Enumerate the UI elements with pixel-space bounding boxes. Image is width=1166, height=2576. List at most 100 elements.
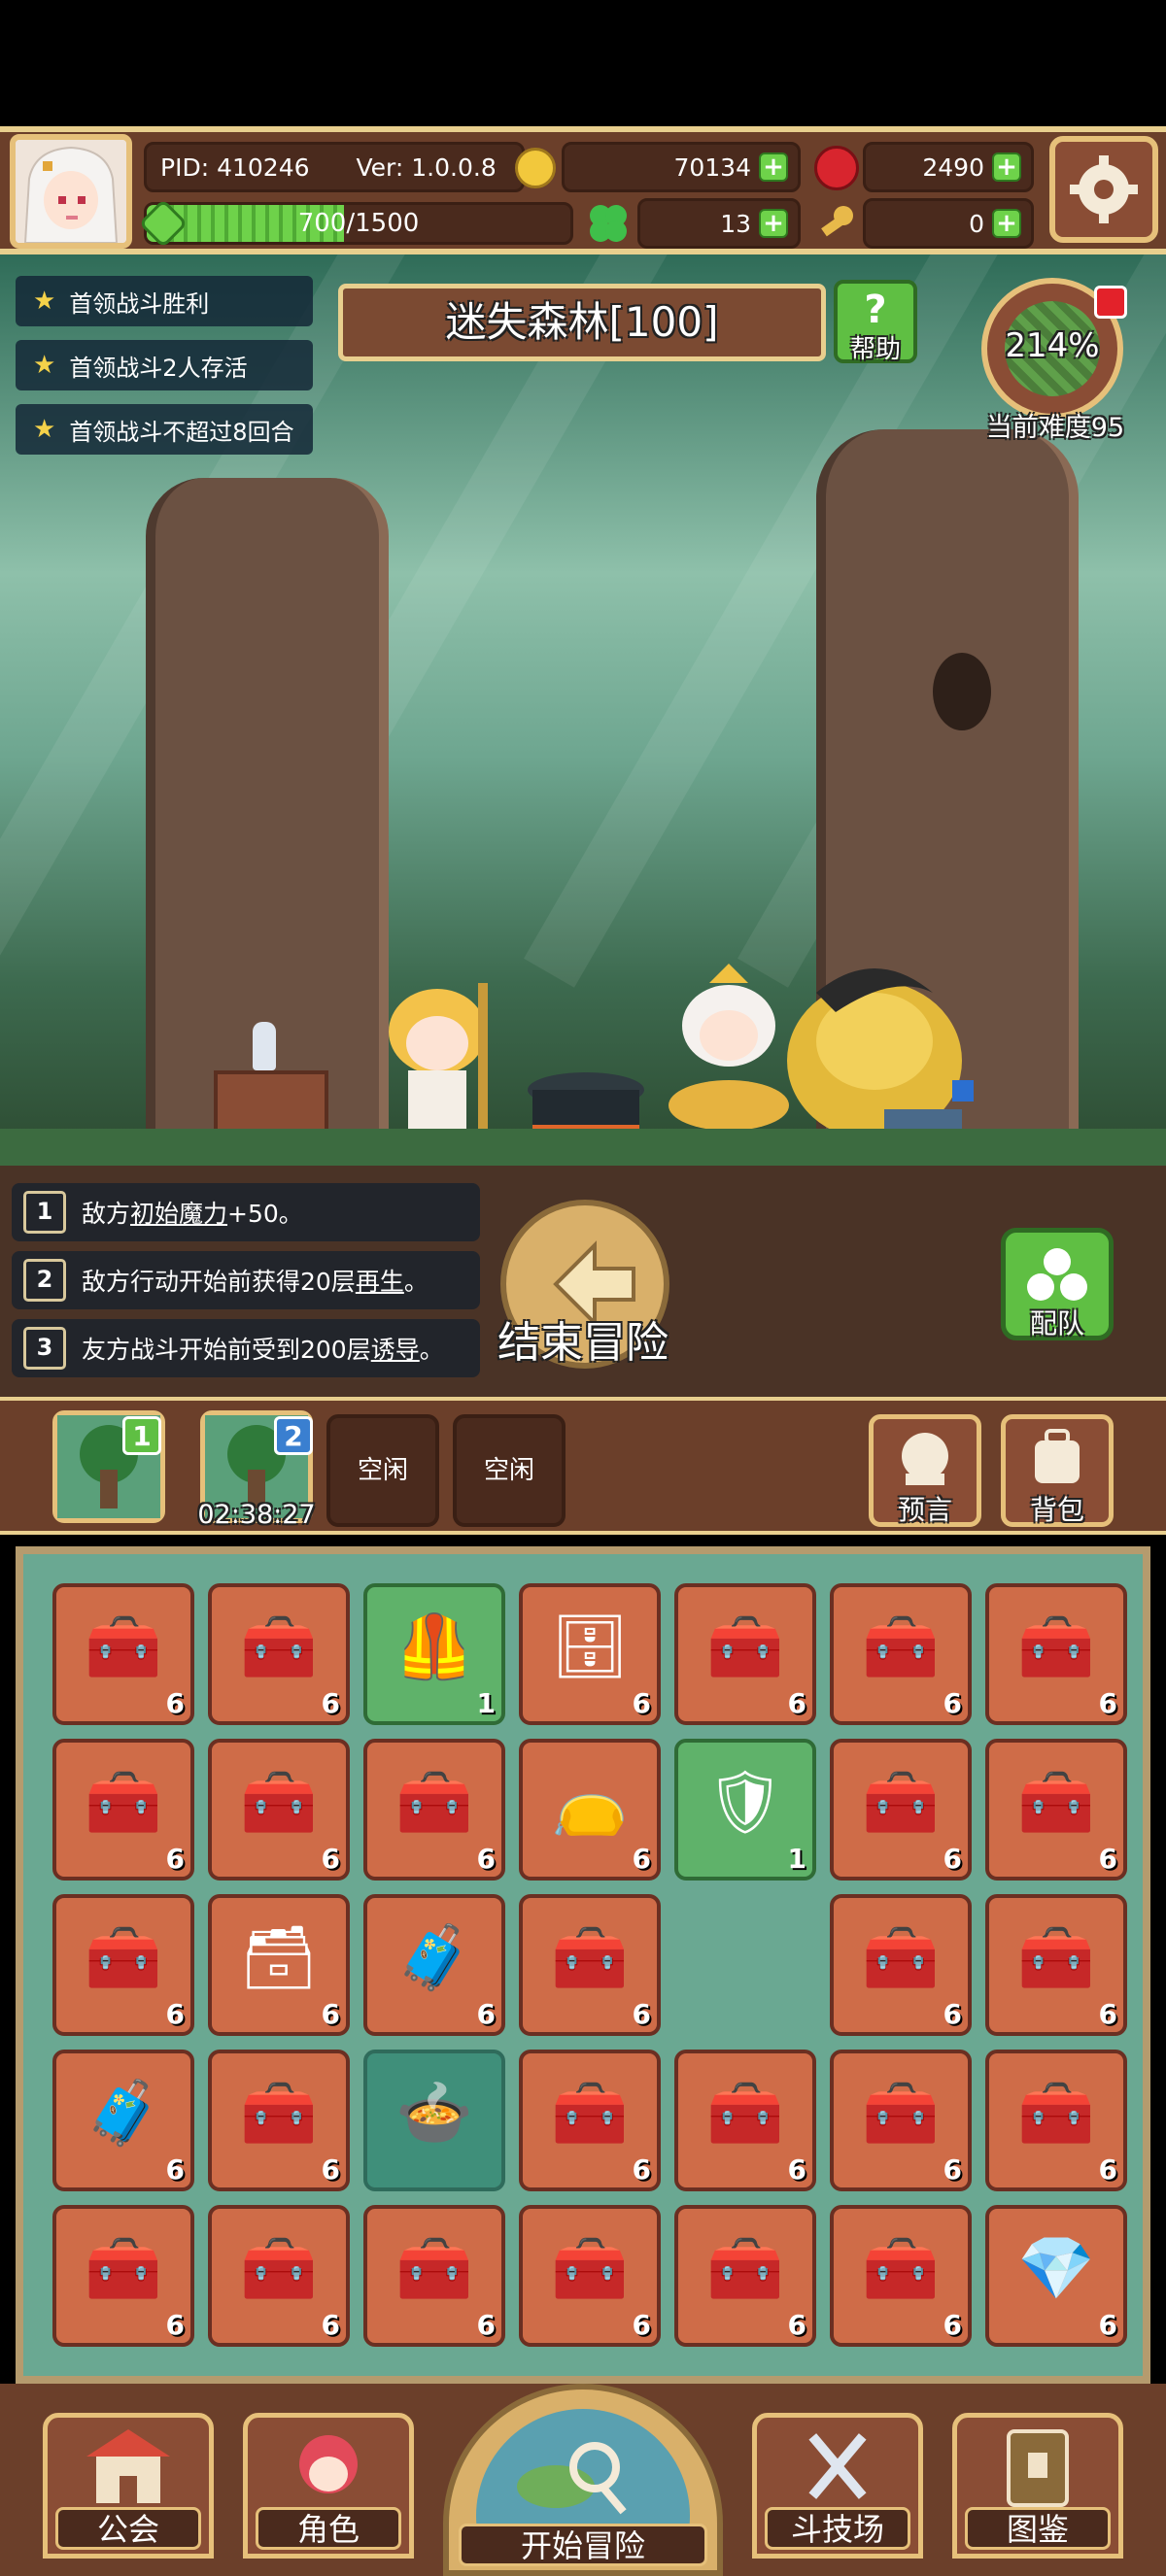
chest-icon: 🧰	[240, 2233, 318, 2305]
inventory-slot[interactable]: 🧰 6	[830, 1739, 972, 1881]
item-count: 6	[943, 1998, 962, 2030]
item-count: 6	[1098, 1687, 1117, 1719]
team-icon	[1027, 1248, 1087, 1301]
add-gold-button[interactable]: +	[759, 153, 788, 182]
crossed-swords-icon	[808, 2433, 867, 2499]
inventory-slot[interactable]: 🍲	[363, 2050, 505, 2191]
inventory-slot[interactable]: 🧰 6	[985, 2050, 1127, 2191]
add-keys-button[interactable]: +	[992, 209, 1021, 238]
inventory-slot[interactable]: 🧰 6	[985, 1583, 1127, 1725]
modifier-keyword[interactable]: 诱导	[371, 1331, 420, 1366]
inventory-slot[interactable]: 🧰 6	[519, 2050, 661, 2191]
hero-blonde-warrior[interactable]	[369, 973, 505, 1148]
hero-white-hair-mage[interactable]	[661, 964, 797, 1138]
key-amount: 0	[969, 209, 984, 238]
inventory-slot[interactable]: 🧰 6	[363, 2205, 505, 2347]
inventory-empty-slot[interactable]	[674, 1894, 816, 2036]
bag-button[interactable]: 背包	[1001, 1414, 1114, 1527]
nav-character[interactable]: 角色	[243, 2413, 414, 2559]
inventory-slot[interactable]: 🧰 6	[363, 1739, 505, 1881]
gold-counter: 70134 +	[562, 142, 801, 192]
item-count: 6	[321, 2153, 340, 2186]
inventory-slot[interactable]: 🗃 6	[208, 1894, 350, 2036]
iron-chest-icon: 🗄	[550, 1611, 630, 1683]
slot-badge: 2	[274, 1416, 313, 1455]
chest-icon: 🧰	[1017, 1767, 1095, 1839]
item-count: 1	[476, 1687, 496, 1719]
inventory-slot[interactable]: 🧰 6	[208, 1739, 350, 1881]
slot-badge: 1	[122, 1416, 161, 1455]
inventory-slot[interactable]: 🧰 6	[52, 2205, 194, 2347]
modifier-keyword[interactable]: 再生	[356, 1263, 404, 1298]
clover-amount: 13	[720, 209, 751, 238]
item-count: 6	[632, 1998, 651, 2030]
player-avatar[interactable]	[10, 134, 132, 249]
inventory-slot[interactable]: 🧰 6	[208, 2205, 350, 2347]
inventory-slot[interactable]: 🧰 6	[830, 1583, 972, 1725]
avatar-portrait-icon	[16, 140, 126, 243]
crystal-ball-icon	[902, 1433, 948, 1485]
inventory-slot[interactable]: 🧰 6	[830, 2050, 972, 2191]
chest-icon: 🧰	[862, 1767, 940, 1839]
item-count: 6	[165, 2153, 185, 2186]
inventory-slot[interactable]: 🧰 6	[674, 1583, 816, 1725]
inventory-slot[interactable]: 💎 6	[985, 2205, 1127, 2347]
goal-text: 首领战斗2人存活	[69, 354, 248, 382]
hero-golden-beast[interactable]	[777, 954, 981, 1148]
chest-icon: 🧰	[85, 1922, 162, 1994]
inventory-slot[interactable]: 🧰 6	[208, 2050, 350, 2191]
inventory-slot[interactable]: 🧰 6	[985, 1739, 1127, 1881]
chest-icon: 🧰	[862, 2233, 940, 2305]
idle-slot[interactable]: 空闲	[326, 1414, 439, 1527]
inventory-slot[interactable]: 🧰 6	[52, 1894, 194, 2036]
key-icon	[816, 202, 859, 245]
inventory-slot[interactable]: 🧳 6	[363, 1894, 505, 2036]
nav-character-label: 角色	[256, 2507, 401, 2550]
inventory-slot[interactable]: 🧰 6	[674, 2205, 816, 2347]
inventory-slot[interactable]: 🧰 6	[519, 2205, 661, 2347]
green-chest-icon: 🧰	[395, 1767, 473, 1839]
inventory-slot[interactable]: 🧰 6	[208, 1583, 350, 1725]
idle-slot[interactable]: 空闲	[453, 1414, 566, 1527]
inventory-slot[interactable]: 🧳 6	[52, 2050, 194, 2191]
inventory-slot[interactable]: 🧰 6	[830, 2205, 972, 2347]
modifier-keyword[interactable]: 初始魔力	[130, 1195, 227, 1230]
forest-ground	[0, 1129, 1166, 1168]
prophecy-button[interactable]: 预言	[869, 1414, 981, 1527]
gold-coin-icon	[515, 148, 556, 188]
version-label: Ver: 1.0.0.8	[356, 153, 497, 182]
inventory-slot[interactable]: 🗄 6	[519, 1583, 661, 1725]
modifier-text: +50。	[227, 1200, 303, 1228]
gem-counter: 2490 +	[863, 142, 1034, 192]
add-clover-button[interactable]: +	[759, 209, 788, 238]
bottom-navigation: 公会 角色 开始冒险 斗技场 图鉴	[0, 2384, 1166, 2576]
nav-start-adventure[interactable]: 开始冒险	[443, 2384, 723, 2576]
inventory-slot[interactable]: 🧰 6	[52, 1583, 194, 1725]
inventory-slot[interactable]: 🧰 6	[674, 2050, 816, 2191]
inventory-slot[interactable]: 🧰 6	[985, 1894, 1127, 2036]
nav-codex-label: 图鉴	[965, 2507, 1111, 2550]
modifier-number: 2	[23, 1259, 66, 1302]
inventory-slot[interactable]: 🧰 6	[52, 1739, 194, 1881]
inventory-slot[interactable]: 🦺 1	[363, 1583, 505, 1725]
inventory-slot[interactable]: 👝 6	[519, 1739, 661, 1881]
nav-arena[interactable]: 斗技场	[752, 2413, 923, 2559]
nav-codex[interactable]: 图鉴	[952, 2413, 1123, 2559]
item-count: 1	[787, 1843, 806, 1875]
add-gems-button[interactable]: +	[992, 153, 1021, 182]
help-button[interactable]: ? 帮助	[834, 280, 917, 364]
item-count: 6	[787, 2309, 806, 2341]
nav-arena-label: 斗技场	[765, 2507, 910, 2550]
chest-icon: 🧰	[85, 1767, 162, 1839]
team-button[interactable]: 配队	[1001, 1228, 1114, 1340]
item-count: 6	[321, 1843, 340, 1875]
inventory-slot[interactable]: 🧰 6	[830, 1894, 972, 2036]
nav-guild[interactable]: 公会	[43, 2413, 214, 2559]
inventory-slot[interactable]: 🛡 1	[674, 1739, 816, 1881]
pouch-icon: 👝	[551, 1767, 629, 1839]
settings-button[interactable]	[1049, 136, 1158, 243]
chest-icon: 🧰	[1017, 1922, 1095, 1994]
inventory-slot[interactable]: 🧰 6	[519, 1894, 661, 2036]
gold-amount: 70134	[673, 153, 751, 182]
world-map-icon	[476, 2409, 690, 2576]
